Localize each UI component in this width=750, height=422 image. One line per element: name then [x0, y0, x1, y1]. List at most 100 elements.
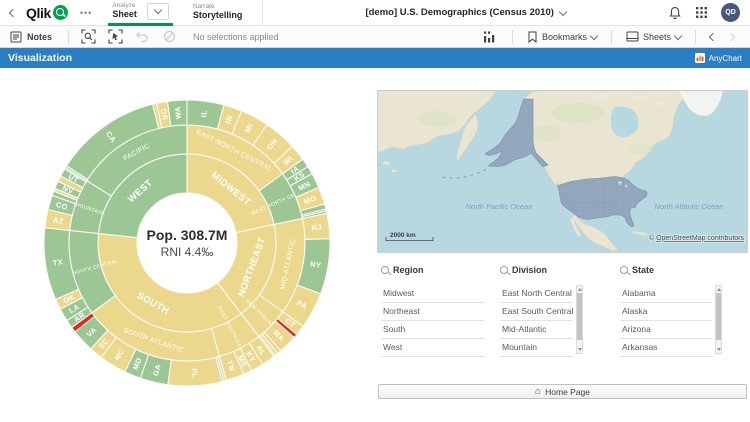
home-page-button[interactable]: ⌂ Home Page: [378, 384, 747, 399]
divider: [512, 30, 513, 44]
chevron-down-icon: [590, 31, 598, 39]
clear-selections-icon[interactable]: [162, 29, 177, 44]
filter-region-list: MidwestNortheastSouthWest: [381, 285, 485, 357]
anychart-logo-icon: [695, 53, 705, 63]
top-bar: Qlik ••• Analyze Sheet Narrate Storytell…: [0, 0, 750, 26]
filter-division-list: East North CentralEast South CentralMid-…: [500, 285, 573, 357]
list-item[interactable]: Northeast: [381, 303, 485, 321]
qlik-logo[interactable]: Qlik: [26, 5, 68, 21]
bookmarks-button[interactable]: Bookmarks: [519, 31, 605, 43]
map-atlantic-label: North Atlantic Ocean: [655, 202, 724, 211]
map-pacific-label: North Pacific Ocean: [466, 202, 533, 211]
bookmark-icon: [527, 31, 538, 43]
scrollbar-thumb[interactable]: [577, 293, 582, 340]
map-arctic-island: [633, 95, 647, 100]
sunburst-label-NY: NY: [309, 259, 322, 270]
home-icon: ⌂: [535, 387, 541, 397]
filterpane-state: State AlabamaAlaskaArizonaArkansas: [620, 264, 712, 357]
filter-panes: Region MidwestNortheastSouthWest Divisio…: [378, 264, 748, 360]
map-continent-label: NORTH AMERICA: [557, 184, 628, 190]
selections-tool-icon[interactable]: [108, 29, 123, 44]
list-item[interactable]: Arizona: [620, 321, 712, 339]
notes-button[interactable]: Notes: [0, 26, 62, 48]
state-scrollbar[interactable]: [715, 285, 722, 354]
bell-icon[interactable]: [668, 6, 682, 20]
user-avatar[interactable]: QD: [721, 3, 740, 22]
map-attribution[interactable]: © OpenStreetMap contributors: [649, 234, 745, 242]
anychart-label: AnyChart: [709, 54, 742, 63]
sheets-label: Sheets: [643, 32, 671, 42]
scroll-down-icon[interactable]: [578, 348, 582, 351]
scroll-up-icon[interactable]: [717, 288, 721, 291]
filter-division-header[interactable]: Division: [500, 264, 573, 276]
more-menu-icon[interactable]: •••: [80, 8, 92, 18]
filterpane-division: Division East North CentralEast South Ce…: [500, 264, 573, 357]
list-item[interactable]: Mountain: [500, 339, 573, 357]
scroll-up-icon[interactable]: [578, 288, 582, 291]
list-item[interactable]: East North Central: [500, 285, 573, 303]
smart-search-icon[interactable]: [81, 29, 96, 44]
list-item[interactable]: Midwest: [381, 285, 485, 303]
sheets-button[interactable]: Sheets: [618, 31, 689, 42]
back-icon[interactable]: [9, 8, 17, 16]
list-item[interactable]: West: [381, 339, 485, 357]
map-forest-patch: [552, 103, 604, 123]
list-item[interactable]: Mid-Atlantic: [500, 321, 573, 339]
sheet-dropdown-button[interactable]: [147, 3, 169, 20]
map-arctic-island: [594, 93, 612, 99]
app-title-menu[interactable]: [demo] U.S. Demographics (Census 2010): [365, 7, 565, 18]
map-arctic-island: [655, 101, 665, 105]
map-island: [382, 161, 390, 164]
search-icon: [620, 266, 628, 274]
sheet-objects-icon[interactable]: [482, 30, 496, 44]
division-scrollbar[interactable]: [576, 285, 583, 354]
search-icon: [500, 266, 508, 274]
step-back-icon[interactable]: [135, 29, 150, 44]
chevron-down-icon: [154, 6, 162, 14]
map-scale-label: 2000 km: [390, 232, 416, 239]
list-item[interactable]: Alabama: [620, 285, 712, 303]
map-forest-patch: [628, 143, 652, 155]
divider: [68, 30, 69, 44]
app-grid-icon[interactable]: [695, 6, 708, 19]
sheet-title-bar: Visualization AnyChart: [0, 48, 750, 68]
next-sheet-icon[interactable]: [727, 32, 735, 40]
notes-icon: [10, 31, 22, 43]
sunburst-label-WA: WA: [173, 106, 183, 120]
map-panel[interactable]: NORTH AMERICA North Pacific Ocean North …: [377, 90, 748, 253]
filter-state-title: State: [632, 265, 654, 275]
search-icon: [381, 266, 389, 274]
filter-state-list: AlabamaAlaskaArizonaArkansas: [620, 285, 712, 357]
selections-status: No selections applied: [193, 32, 279, 42]
map-forest-patch: [418, 111, 458, 127]
list-item[interactable]: South: [381, 321, 485, 339]
list-item[interactable]: Arkansas: [620, 339, 712, 357]
tab-analyze[interactable]: Analyze Sheet: [108, 0, 173, 26]
toolbar-right-group: Bookmarks Sheets: [482, 30, 742, 44]
scroll-down-icon[interactable]: [717, 348, 721, 351]
map-canvas[interactable]: NORTH AMERICA North Pacific Ocean North …: [378, 91, 747, 252]
sunburst-label-FL: FL: [190, 368, 200, 378]
sunburst-label-TX: TX: [52, 257, 64, 267]
anychart-brand-link[interactable]: AnyChart: [695, 53, 742, 63]
selections-toolbar: Notes No selections applied Bookmar: [0, 26, 750, 48]
divider: [611, 30, 612, 44]
map-island: [391, 170, 397, 173]
center-kpi-population: Pop. 308.7M: [147, 227, 228, 243]
list-item[interactable]: Alaska: [620, 303, 712, 321]
chevron-down-icon: [559, 7, 567, 15]
filter-region-header[interactable]: Region: [381, 264, 485, 276]
previous-sheet-icon[interactable]: [709, 32, 717, 40]
bookmarks-label: Bookmarks: [542, 32, 587, 42]
scrollbar-thumb[interactable]: [716, 293, 721, 340]
sunburst-center: [138, 194, 236, 292]
sheet-title: Visualization: [8, 52, 72, 64]
center-kpi-rni: RNI 4.4‰: [161, 245, 214, 259]
topbar-right-group: QD: [668, 3, 740, 22]
tab-analyze-label: Sheet: [112, 10, 137, 19]
list-item[interactable]: East South Central: [500, 303, 573, 321]
tab-narrate[interactable]: Narrate Storytelling: [189, 0, 247, 26]
filter-state-header[interactable]: State: [620, 264, 712, 276]
sunburst-chart[interactable]: MIDWESTEAST NORTH CENTRALILINMIOHWIWEST …: [0, 68, 375, 422]
divider: [695, 30, 696, 44]
